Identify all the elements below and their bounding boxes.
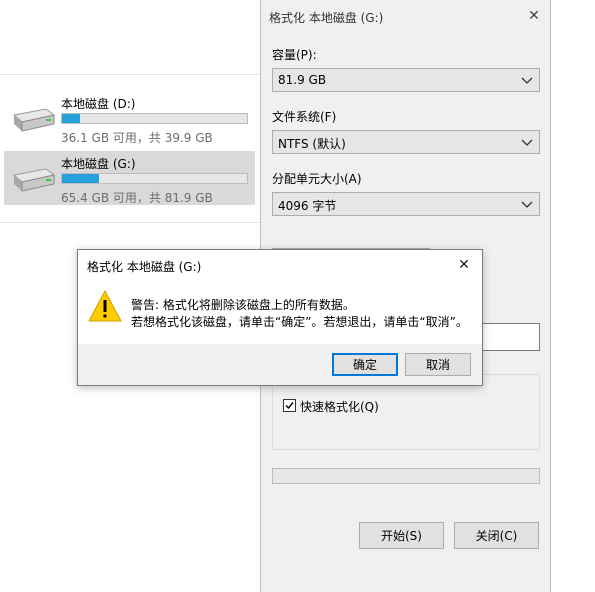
filesystem-value: NTFS (默认): [278, 137, 346, 151]
warning-dialog-title: 格式化 本地磁盘 (G:): [87, 260, 202, 274]
capacity-label: 容量(P):: [272, 48, 317, 62]
format-dialog-title: 格式化 本地磁盘 (G:): [269, 11, 384, 25]
hard-drive-icon: [12, 108, 56, 132]
explorer-divider-top: [0, 74, 260, 75]
capacity-select[interactable]: 81.9 GB: [272, 68, 540, 92]
chevron-down-icon: [521, 139, 533, 146]
filesystem-select[interactable]: NTFS (默认): [272, 130, 540, 154]
explorer-divider-bottom: [0, 222, 260, 223]
cancel-button[interactable]: 取消: [405, 353, 471, 376]
drive-item-g[interactable]: 本地磁盘 (G:) 65.4 GB 可用，共 81.9 GB: [4, 151, 255, 205]
warning-dialog-footer: 确定 取消: [78, 344, 482, 385]
allocation-label: 分配单元大小(A): [272, 172, 362, 186]
start-button[interactable]: 开始(S): [359, 522, 444, 549]
drive-item-d[interactable]: 本地磁盘 (D:) 36.1 GB 可用，共 39.9 GB: [4, 91, 255, 145]
close-button[interactable]: 关闭(C): [454, 522, 539, 549]
close-icon[interactable]: ✕: [454, 255, 474, 275]
warning-dialog: 格式化 本地磁盘 (G:) ✕ 警告: 格式化将删除该磁盘上的所有数据。 若想格…: [77, 249, 483, 386]
filesystem-label: 文件系统(F): [272, 110, 337, 124]
chevron-down-icon: [521, 201, 533, 208]
allocation-select[interactable]: 4096 字节: [272, 192, 540, 216]
capacity-value: 81.9 GB: [278, 73, 327, 87]
allocation-value: 4096 字节: [278, 199, 337, 213]
ok-button[interactable]: 确定: [332, 353, 398, 376]
drive-usage-bar-g: [61, 173, 248, 184]
close-icon[interactable]: ✕: [524, 6, 544, 26]
drive-free-text-g: 65.4 GB 可用，共 81.9 GB: [61, 191, 213, 205]
warning-message-line2: 若想格式化该磁盘，请单击“确定”。若想退出，请单击“取消”。: [131, 315, 468, 329]
checkmark-icon: [285, 402, 294, 410]
drive-name-g: 本地磁盘 (G:): [61, 157, 136, 171]
quick-format-checkbox[interactable]: [283, 399, 296, 412]
chevron-down-icon: [521, 77, 533, 84]
drive-usage-fill-g: [62, 174, 99, 183]
warning-icon: [88, 290, 122, 322]
drive-free-text-d: 36.1 GB 可用，共 39.9 GB: [61, 131, 213, 145]
drive-usage-bar-d: [61, 113, 248, 124]
drive-name-d: 本地磁盘 (D:): [61, 97, 136, 111]
format-progress-bar: [272, 468, 540, 484]
hard-drive-icon: [12, 168, 56, 192]
quick-format-label[interactable]: 快速格式化(Q): [300, 398, 379, 415]
warning-message-line1: 警告: 格式化将删除该磁盘上的所有数据。: [131, 298, 355, 312]
drive-usage-fill-d: [62, 114, 80, 123]
